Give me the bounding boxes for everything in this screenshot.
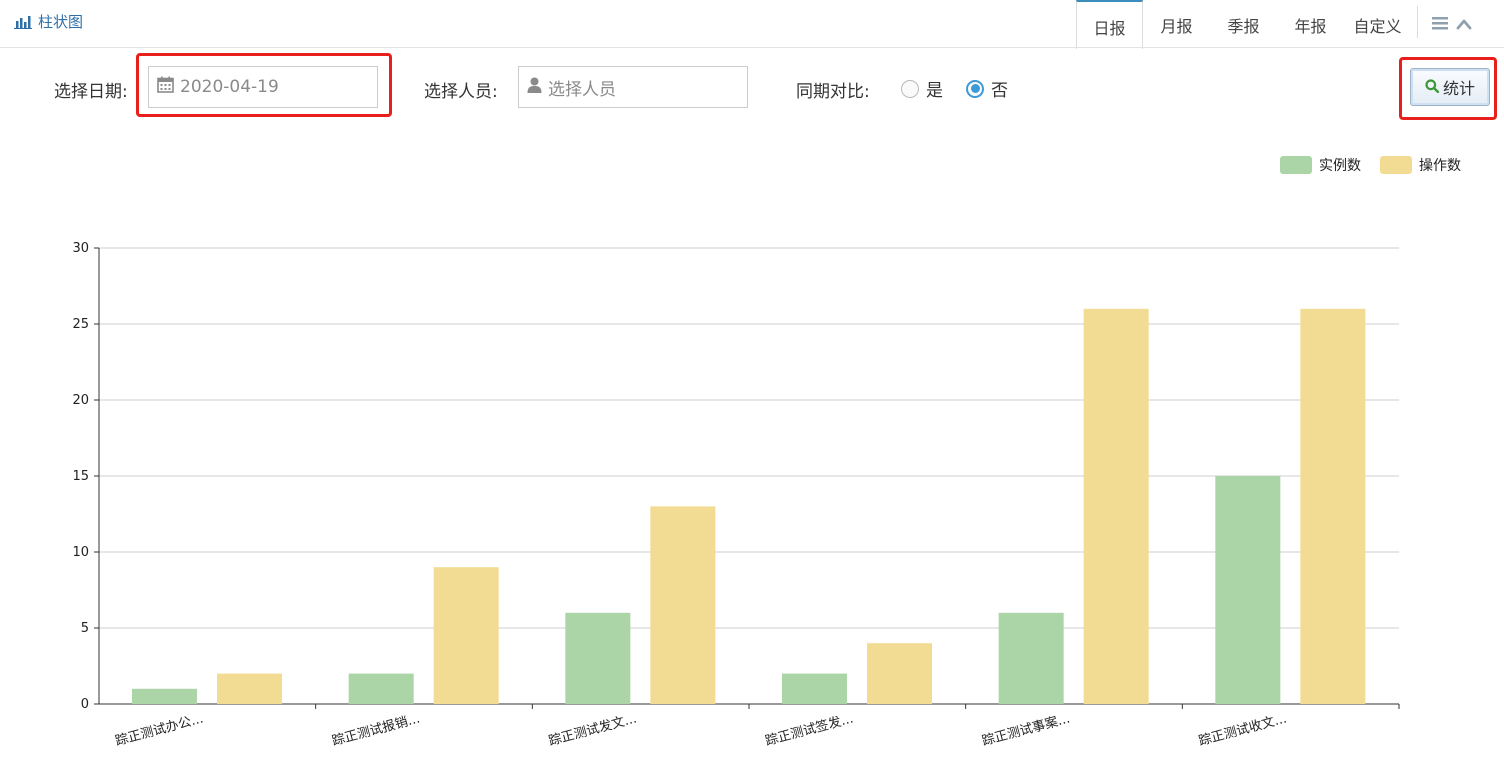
bar <box>1215 476 1281 704</box>
y-tick-label: 25 <box>72 317 89 332</box>
bar <box>433 567 499 704</box>
bar <box>217 673 282 704</box>
legend-swatch <box>1280 156 1312 174</box>
y-tick-label: 30 <box>72 241 89 256</box>
y-tick-label: 15 <box>72 469 89 484</box>
bar <box>782 673 847 704</box>
x-tick-label: 踪正测试发文... <box>547 710 638 749</box>
x-tick-label: 踪正测试报销... <box>330 711 421 749</box>
collapse-chevron-up-icon[interactable] <box>1456 15 1472 34</box>
bar <box>1300 308 1366 704</box>
tab-divider <box>1417 6 1418 38</box>
compare-yes-radio[interactable] <box>901 79 919 98</box>
x-tick-label: 踪正测试签发... <box>764 710 855 749</box>
bar <box>1083 308 1149 704</box>
legend-swatch <box>1380 156 1412 174</box>
bar <box>348 673 414 704</box>
legend-label: 操作数 <box>1419 158 1461 174</box>
menu-icon[interactable] <box>1432 15 1448 34</box>
person-input[interactable]: 选择人员 <box>518 66 748 108</box>
page: 柱状图 日报 月报 季报 年报 自定义 选择日期: 2020-04-19 选择人… <box>0 0 1504 765</box>
y-tick-label: 10 <box>72 545 89 560</box>
compare-yes-option[interactable]: 是 <box>901 76 943 101</box>
x-tick-label: 踪正测试事案... <box>980 711 1071 749</box>
compare-no-label: 否 <box>991 81 1008 101</box>
compare-no-radio[interactable] <box>966 79 984 98</box>
bar <box>565 612 631 704</box>
bar <box>867 643 932 704</box>
x-tick-label: 踪正测试办公... <box>114 711 205 749</box>
panel-title-text: 柱状图 <box>38 13 84 31</box>
report-tabs: 日报 月报 季报 年报 自定义 <box>1076 0 1504 49</box>
user-icon <box>527 77 542 98</box>
tab-custom[interactable]: 自定义 <box>1344 0 1411 48</box>
bar-chart: 0 5 10 15 20 25 30 踪正测试办公... 踪正测试报销... 踪正测试发文... 踪… <box>72 156 1461 749</box>
panel-tools <box>1424 0 1504 48</box>
x-tick-label: 踪正测试收文... <box>1197 711 1288 749</box>
date-label: 选择日期: <box>54 82 128 102</box>
bar <box>650 506 716 704</box>
y-tick-label: 0 <box>81 697 89 712</box>
tab-daily[interactable]: 日报 <box>1076 0 1143 49</box>
person-placeholder: 选择人员 <box>548 79 616 100</box>
y-tick-label: 20 <box>72 393 89 408</box>
bar <box>998 612 1064 704</box>
compare-no-option[interactable]: 否 <box>966 76 1008 101</box>
tab-quarterly[interactable]: 季报 <box>1210 0 1277 48</box>
tab-yearly[interactable]: 年报 <box>1277 0 1344 48</box>
panel-title: 柱状图 <box>14 11 83 32</box>
date-highlight-box <box>136 53 392 117</box>
tab-monthly[interactable]: 月报 <box>1143 0 1210 48</box>
statistics-highlight-box <box>1399 57 1497 120</box>
compare-label: 同期对比: <box>796 82 870 102</box>
legend-label: 实例数 <box>1319 158 1361 174</box>
bar <box>132 688 197 704</box>
y-tick-label: 5 <box>81 621 89 636</box>
person-label: 选择人员: <box>424 82 498 102</box>
bar-chart-icon <box>14 15 32 29</box>
compare-yes-label: 是 <box>926 81 943 101</box>
header-divider <box>0 47 1504 48</box>
